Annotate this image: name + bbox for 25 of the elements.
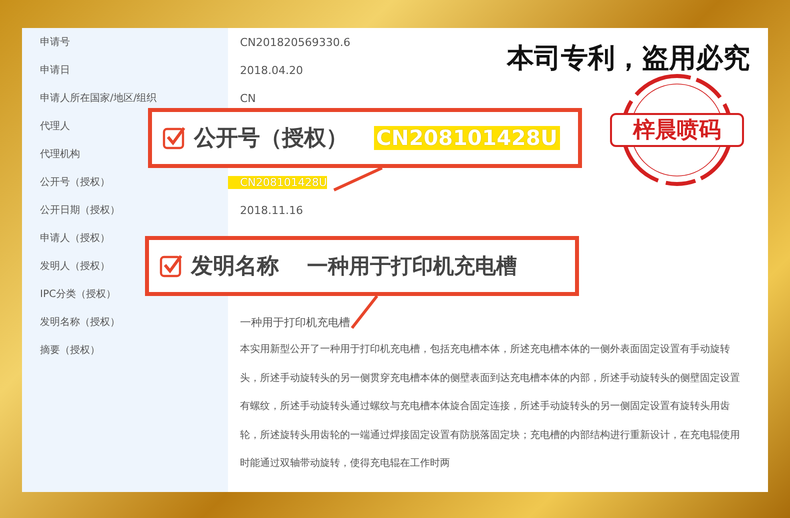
field-label: 申请人（授权） bbox=[39, 232, 110, 245]
field-label: IPC分类（授权） bbox=[39, 288, 116, 301]
seal-stamp: 梓晨喷码 bbox=[610, 113, 744, 147]
field-value: 一种用于打印机充电槽 bbox=[239, 314, 350, 330]
field-label: 公开日期（授权） bbox=[39, 204, 120, 217]
callout-value: CN208101428U bbox=[374, 126, 560, 150]
field-value: 2018.11.16 bbox=[239, 204, 303, 216]
field-value: CN201820569330.6 bbox=[239, 36, 350, 48]
notice-text: 本司专利，盗用必究 bbox=[507, 42, 750, 76]
callout-value: 一种用于打印机充电槽 bbox=[306, 253, 518, 280]
field-label: 摘要（授权） bbox=[39, 344, 100, 357]
field-label: 代理机构 bbox=[39, 148, 80, 161]
field-value: CN208101428U bbox=[228, 176, 327, 188]
abstract-text: 本实用新型公开了一种用于打印机充电槽，包括充电槽本体，所述充电槽本体的一侧外表面固定设置有手动旋转头，所述手动旋转头的另一侧贯穿充电槽本体的侧壁表面到达充电槽本体的内部，所述手动旋转头的侧壁固定设置有螺纹，所述手动旋转头通过螺纹与充电槽本体旋合固定连接，所述手动旋转头的另一侧固定设置有旋转头用齿轮，所述旋转头用齿轮的一端通过焊接固定设置有防脱落固定块；充电槽的内部结构进行重新设计，在充电辊使用时能通过双轴带动旋转，使得充电辊在工作时两 bbox=[239, 342, 741, 471]
field-label: 申请人所在国家/地区/组织 bbox=[39, 92, 157, 105]
field-value: 2018.04.20 bbox=[239, 64, 303, 76]
field-label: 申请号 bbox=[39, 36, 70, 49]
callout-label: 发明名称 bbox=[191, 253, 279, 281]
field-label: 发明名称（授权） bbox=[39, 316, 120, 329]
field-label: 发明人（授权） bbox=[39, 260, 110, 273]
field-label: 申请日 bbox=[39, 64, 70, 77]
field-value: CN bbox=[239, 92, 256, 104]
callout-label: 公开号（授权） bbox=[194, 125, 348, 153]
field-label: 公开号（授权） bbox=[39, 176, 110, 189]
field-label: 代理人 bbox=[39, 120, 70, 133]
